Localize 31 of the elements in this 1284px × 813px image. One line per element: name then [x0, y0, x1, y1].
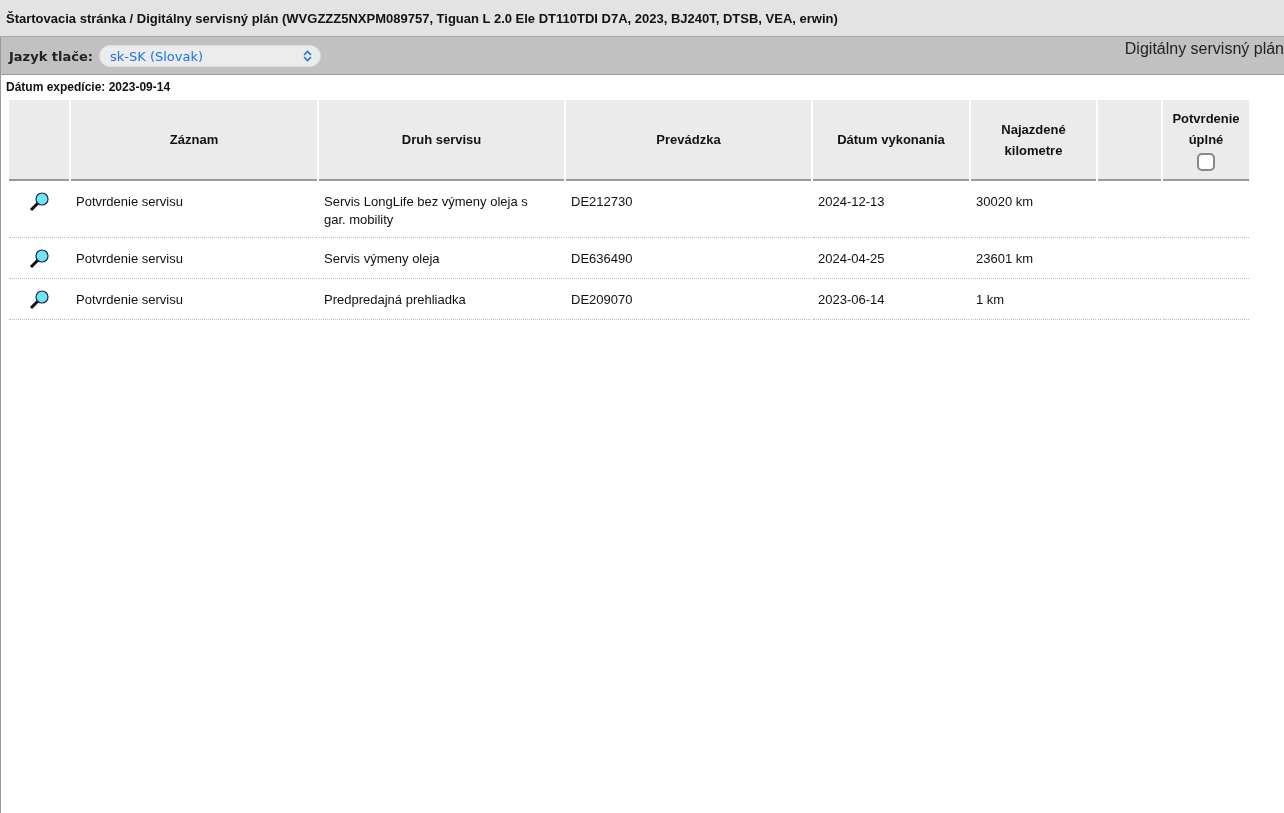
column-header: Prevádzka	[566, 100, 811, 181]
table-cell: Potvrdenie servisu	[71, 181, 317, 238]
language-select[interactable]: sk-SK (Slovak)	[99, 45, 321, 67]
table-cell: 2023-06-14	[813, 279, 969, 320]
table-cell: DE212730	[566, 181, 811, 238]
table-cell: 30020 km	[971, 181, 1096, 238]
column-header: Dátum vykonania	[813, 100, 969, 181]
table-cell: Predpredajná prehliadka	[319, 279, 564, 320]
magnifier-icon[interactable]	[28, 191, 50, 213]
magnifier-icon[interactable]	[28, 289, 50, 311]
table-cell: 2024-12-13	[813, 181, 969, 238]
column-header: Záznam	[71, 100, 317, 181]
dispatch-date: Dátum expedície: 2023-09-14	[5, 79, 172, 96]
column-header: Najazdené kilometre	[971, 100, 1096, 181]
breadcrumb: Štartovacia stránka / Digitálny servisný plán (WVGZZZ5NXPM089757, Tiguan L 2.0 Ele DT110TDI D7A, 2023, BJ240T, DTSB, VEA, erwin)	[0, 0, 1284, 37]
table-cell: DE636490	[566, 238, 811, 279]
table-cell: DE209070	[566, 279, 811, 320]
table-cell: Potvrdenie servisu	[71, 238, 317, 279]
checkbox[interactable]	[1197, 153, 1215, 172]
table-cell: Servis LongLife bez výmeny oleja s gar. mobility	[319, 181, 564, 238]
table-cell: Potvrdenie servisu	[71, 279, 317, 320]
table-cell: Servis výmeny oleja	[319, 238, 564, 279]
updown-caret-icon	[303, 50, 312, 62]
table-cell: 23601 km	[971, 238, 1096, 279]
page-title: Digitálny servisný plán	[1124, 40, 1284, 58]
column-header: Druh servisu	[319, 100, 564, 181]
table-cell: 2024-04-25	[813, 238, 969, 279]
table-cell: 1 km	[971, 279, 1096, 320]
magnifier-icon[interactable]	[28, 248, 50, 270]
column-header: Potvrdenie úplné	[1163, 100, 1249, 181]
language-label: Jazyk tlače:	[9, 48, 93, 64]
